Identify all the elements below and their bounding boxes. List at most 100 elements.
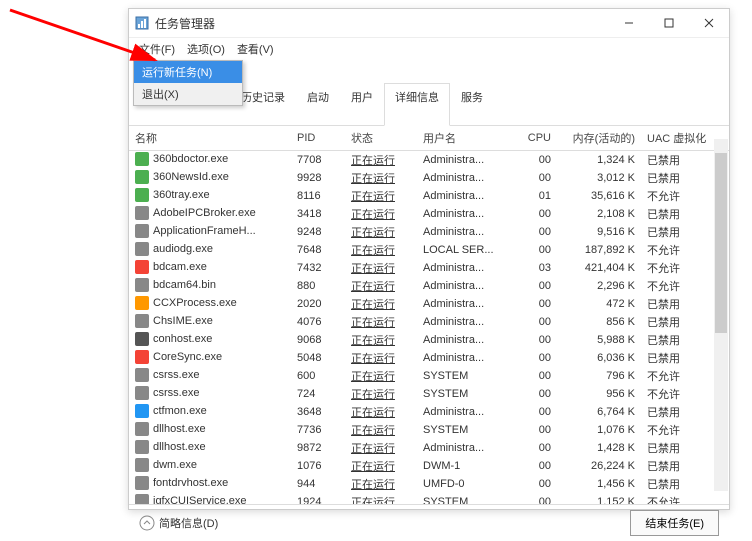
cell-cpu: 00 (511, 241, 557, 259)
minimize-button[interactable] (609, 9, 649, 37)
table-row[interactable]: csrss.exe724正在运行SYSTEM00956 K不允许 (129, 385, 729, 403)
cell-cpu: 01 (511, 187, 557, 205)
cell-mem: 1,456 K (557, 475, 641, 493)
cell-name: fontdrvhost.exe (129, 475, 291, 491)
cell-pid: 7648 (291, 241, 345, 259)
cell-cpu: 00 (511, 331, 557, 349)
process-icon (135, 296, 149, 310)
table-row[interactable]: conhost.exe9068正在运行Administra...005,988 … (129, 331, 729, 349)
cell-user: SYSTEM (417, 421, 511, 439)
menu-file[interactable]: 文件(F) (133, 39, 181, 59)
cell-status: 正在运行 (345, 169, 417, 187)
cell-pid: 3648 (291, 403, 345, 421)
cell-name: csrss.exe (129, 367, 291, 383)
col-name[interactable]: 名称 (129, 126, 291, 151)
cell-mem: 6,764 K (557, 403, 641, 421)
cell-user: Administra... (417, 331, 511, 349)
cell-name: 360bdoctor.exe (129, 151, 291, 167)
cell-user: UMFD-0 (417, 475, 511, 493)
cell-mem: 5,988 K (557, 331, 641, 349)
window-title: 任务管理器 (155, 15, 609, 32)
table-row[interactable]: CCXProcess.exe2020正在运行Administra...00472… (129, 295, 729, 313)
cell-cpu: 00 (511, 169, 557, 187)
process-icon (135, 350, 149, 364)
table-row[interactable]: csrss.exe600正在运行SYSTEM00796 K不允许 (129, 367, 729, 385)
cell-status: 正在运行 (345, 151, 417, 170)
process-icon (135, 368, 149, 382)
tab-services[interactable]: 服务 (450, 83, 494, 126)
cell-pid: 8116 (291, 187, 345, 205)
cell-name: dllhost.exe (129, 421, 291, 437)
process-icon (135, 332, 149, 346)
cell-name: dllhost.exe (129, 439, 291, 455)
tab-users[interactable]: 用户 (340, 83, 384, 126)
cell-mem: 472 K (557, 295, 641, 313)
table-row[interactable]: dllhost.exe7736正在运行SYSTEM001,076 K不允许 (129, 421, 729, 439)
footer: 简略信息(D) 结束任务(E) (129, 504, 729, 541)
cell-status: 正在运行 (345, 241, 417, 259)
cell-pid: 600 (291, 367, 345, 385)
cell-mem: 187,892 K (557, 241, 641, 259)
cell-name: conhost.exe (129, 331, 291, 347)
col-cpu[interactable]: CPU (511, 126, 557, 151)
scrollbar-thumb[interactable] (715, 153, 727, 333)
table-row[interactable]: ctfmon.exe3648正在运行Administra...006,764 K… (129, 403, 729, 421)
table-row[interactable]: dwm.exe1076正在运行DWM-10026,224 K已禁用 (129, 457, 729, 475)
chevron-up-circle-icon (139, 515, 155, 531)
menu-exit[interactable]: 退出(X) (134, 83, 242, 105)
table-row[interactable]: dllhost.exe9872正在运行Administra...001,428 … (129, 439, 729, 457)
cell-user: Administra... (417, 403, 511, 421)
tab-details[interactable]: 详细信息 (384, 83, 450, 126)
table-row[interactable]: 360bdoctor.exe7708正在运行Administra...001,3… (129, 151, 729, 170)
cell-cpu: 00 (511, 457, 557, 475)
cell-status: 正在运行 (345, 367, 417, 385)
cell-pid: 7432 (291, 259, 345, 277)
table-row[interactable]: CoreSync.exe5048正在运行Administra...006,036… (129, 349, 729, 367)
table-row[interactable]: ChsIME.exe4076正在运行Administra...00856 K已禁… (129, 313, 729, 331)
cell-cpu: 00 (511, 421, 557, 439)
cell-name: AdobeIPCBroker.exe (129, 205, 291, 221)
cell-user: Administra... (417, 439, 511, 457)
table-row[interactable]: fontdrvhost.exe944正在运行UMFD-0001,456 K已禁用 (129, 475, 729, 493)
menu-view[interactable]: 查看(V) (231, 39, 280, 59)
cell-name: 360tray.exe (129, 187, 291, 203)
process-icon (135, 404, 149, 418)
end-task-button[interactable]: 结束任务(E) (630, 510, 719, 536)
menu-options[interactable]: 选项(O) (181, 39, 231, 59)
table-row[interactable]: AdobeIPCBroker.exe3418正在运行Administra...0… (129, 205, 729, 223)
col-mem[interactable]: 内存(活动的) (557, 126, 641, 151)
cell-pid: 3418 (291, 205, 345, 223)
cell-user: LOCAL SER... (417, 241, 511, 259)
table-row[interactable]: igfxCUIService.exe1924正在运行SYSTEM001,152 … (129, 493, 729, 504)
cell-user: Administra... (417, 313, 511, 331)
table-row[interactable]: bdcam.exe7432正在运行Administra...03421,404 … (129, 259, 729, 277)
table-row[interactable]: 360NewsId.exe9928正在运行Administra...003,01… (129, 169, 729, 187)
menu-run-new-task[interactable]: 运行新任务(N) (134, 61, 242, 83)
col-pid[interactable]: PID (291, 126, 345, 151)
cell-user: SYSTEM (417, 367, 511, 385)
cell-status: 正在运行 (345, 277, 417, 295)
fewer-details-toggle[interactable]: 简略信息(D) (139, 515, 218, 531)
cell-name: csrss.exe (129, 385, 291, 401)
cell-status: 正在运行 (345, 187, 417, 205)
cell-mem: 856 K (557, 313, 641, 331)
cell-user: Administra... (417, 169, 511, 187)
table-row[interactable]: audiodg.exe7648正在运行LOCAL SER...00187,892… (129, 241, 729, 259)
table-row[interactable]: bdcam64.bin880正在运行Administra...002,296 K… (129, 277, 729, 295)
cell-name: audiodg.exe (129, 241, 291, 257)
process-list[interactable]: 名称 PID 状态 用户名 CPU 内存(活动的) UAC 虚拟化 360bdo… (129, 126, 729, 504)
col-status[interactable]: 状态 (345, 126, 417, 151)
cell-mem: 9,516 K (557, 223, 641, 241)
cell-mem: 35,616 K (557, 187, 641, 205)
cell-pid: 9872 (291, 439, 345, 457)
close-button[interactable] (689, 9, 729, 37)
col-user[interactable]: 用户名 (417, 126, 511, 151)
maximize-button[interactable] (649, 9, 689, 37)
cell-user: Administra... (417, 349, 511, 367)
tab-startup[interactable]: 启动 (296, 83, 340, 126)
cell-user: SYSTEM (417, 385, 511, 403)
table-row[interactable]: ApplicationFrameH...9248正在运行Administra..… (129, 223, 729, 241)
scrollbar[interactable] (714, 139, 728, 491)
cell-pid: 9068 (291, 331, 345, 349)
table-row[interactable]: 360tray.exe8116正在运行Administra...0135,616… (129, 187, 729, 205)
